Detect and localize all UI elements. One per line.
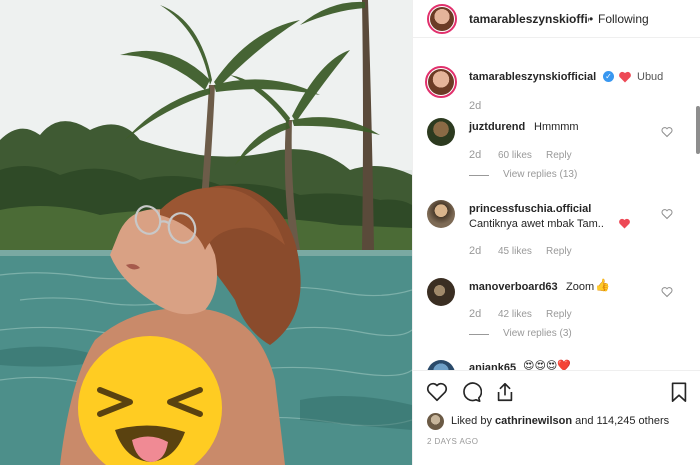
commenter-username[interactable]: princessfuschia.official — [469, 203, 591, 215]
red-heart-icon — [619, 218, 630, 229]
commenter-username[interactable]: juztdurend — [469, 121, 525, 133]
commenter-username[interactable]: anjank65 — [469, 362, 516, 370]
commenter-avatar[interactable] — [427, 360, 455, 370]
commenter-username[interactable]: manoverboard63 — [469, 281, 558, 293]
caption-username[interactable]: tamarableszynskiofficial — [469, 71, 596, 83]
post-timestamp[interactable]: 2 DAYS AGO — [427, 437, 478, 446]
comment-likes[interactable]: 60 likes — [498, 150, 532, 161]
reply-link[interactable]: Reply — [546, 309, 572, 320]
post-header: tamarableszynskiofficial • Following — [413, 0, 700, 38]
comment-age: 2d — [469, 308, 482, 320]
comments-scrollbar[interactable] — [696, 106, 700, 154]
comment-like-icon[interactable] — [661, 126, 673, 138]
view-replies-link[interactable]: View replies (3) — [503, 328, 572, 339]
comment-text: Zoom — [566, 281, 595, 293]
comment-text: Cantiknya awet mbak Tam.. — [469, 218, 604, 230]
thumbs-up-icon: 👍 — [595, 278, 610, 292]
caption-text: Ubud — [637, 71, 664, 83]
liker-username[interactable]: cathrinewilson — [495, 415, 572, 427]
commenter-avatar[interactable] — [427, 200, 455, 228]
red-heart-icon — [619, 71, 631, 83]
comment-age: 2d — [469, 245, 482, 257]
author-username[interactable]: tamarableszynskiofficial — [469, 12, 589, 26]
view-replies-link[interactable]: View replies (13) — [503, 169, 577, 180]
caption-age: 2d — [469, 100, 482, 112]
bookmark-icon[interactable] — [668, 381, 690, 403]
comments-list: tamarableszynskiofficial ✓ Ubud 2d juztd… — [413, 38, 693, 370]
comment-likes[interactable]: 42 likes — [498, 309, 532, 320]
share-icon[interactable] — [494, 381, 516, 403]
comment-age: 2d — [469, 149, 482, 161]
view-replies-line — [469, 175, 489, 176]
author-avatar[interactable] — [427, 4, 457, 34]
comment-like-icon[interactable] — [661, 208, 673, 220]
likes-summary[interactable]: Liked by cathrinewilson and 114,245 othe… — [427, 413, 697, 431]
post-actions: Liked by cathrinewilson and 114,245 othe… — [413, 370, 700, 465]
comment-like-icon[interactable] — [661, 286, 673, 298]
heart-outline-icon[interactable] — [426, 381, 448, 403]
separator-dot: • — [589, 12, 594, 26]
verified-badge-icon: ✓ — [603, 71, 614, 82]
likes-count[interactable]: and 114,245 others — [575, 415, 669, 427]
liker-avatar[interactable] — [427, 413, 444, 430]
following-button[interactable]: Following — [598, 12, 649, 26]
post-panel: tamarableszynskiofficial • Following tam… — [412, 0, 700, 465]
commenter-avatar[interactable] — [427, 118, 455, 146]
post-photo — [0, 0, 412, 465]
commenter-avatar[interactable] — [427, 278, 455, 306]
likes-prefix: Liked by — [451, 415, 492, 427]
comment-text: Hmmmm — [534, 121, 579, 133]
emoji-row-icon: 😍😍😍❤️ — [523, 360, 572, 370]
comment-likes[interactable]: 45 likes — [498, 246, 532, 257]
view-replies-line — [469, 334, 489, 335]
reply-link[interactable]: Reply — [546, 246, 572, 257]
speech-bubble-icon[interactable] — [460, 381, 482, 403]
reply-link[interactable]: Reply — [546, 150, 572, 161]
photo-scene — [0, 0, 412, 465]
caption-avatar[interactable] — [425, 66, 457, 98]
